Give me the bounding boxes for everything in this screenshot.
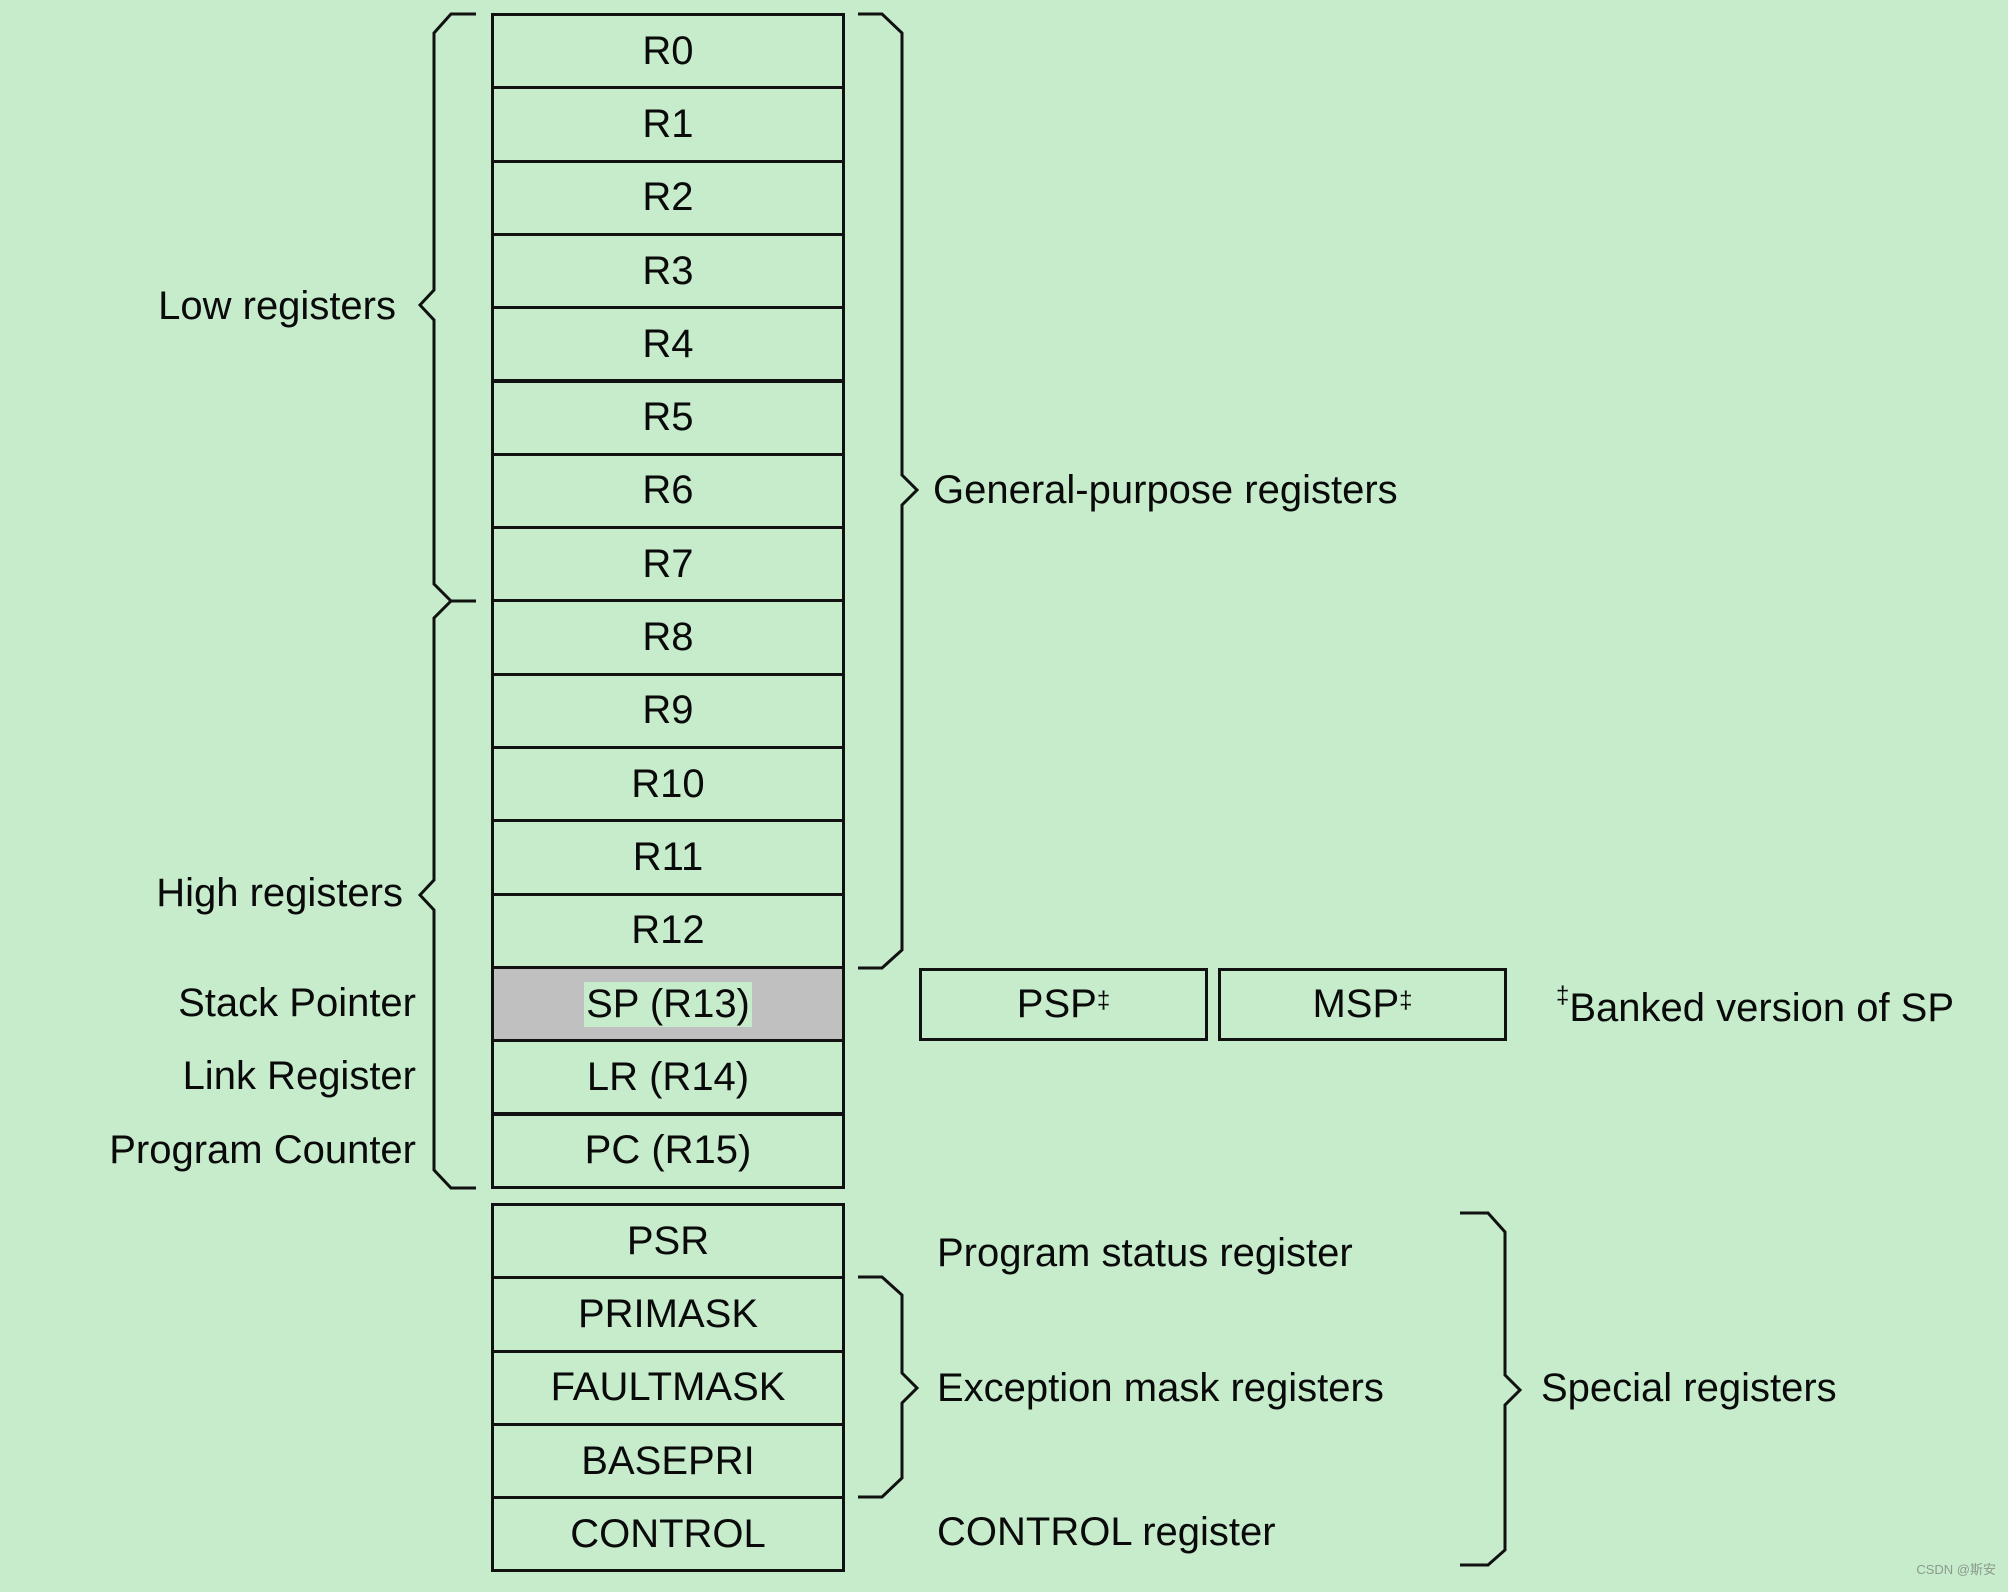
high-registers-brace xyxy=(417,599,476,1190)
register-name: R12 xyxy=(631,908,705,953)
register-r1: R1 xyxy=(491,86,845,163)
register-name: BASEPRI xyxy=(581,1438,755,1483)
banked-mark: ‡ xyxy=(1096,986,1111,1014)
banked-note: ‡Banked version of SP xyxy=(1556,984,1955,1030)
register-r8: R8 xyxy=(491,599,845,676)
link-register-label: Link Register xyxy=(182,1054,416,1098)
low-registers-label: Low registers xyxy=(158,284,396,328)
register-r3: R3 xyxy=(491,232,845,310)
register-name: R5 xyxy=(642,395,694,440)
register-pc: PC (R15) xyxy=(491,1112,845,1189)
psp-label: PSP xyxy=(1016,982,1097,1026)
register-r11: R11 xyxy=(491,819,845,896)
register-name: R1 xyxy=(642,101,694,146)
low-registers-brace xyxy=(417,12,476,603)
register-r0: R0 xyxy=(491,13,845,90)
register-name: CONTROL xyxy=(570,1511,766,1556)
register-name: PSR xyxy=(626,1218,710,1263)
register-name: R2 xyxy=(642,175,694,220)
stack-pointer-label: Stack Pointer xyxy=(178,981,416,1025)
psp-register: PSP ‡ xyxy=(919,968,1208,1041)
register-name: R7 xyxy=(642,541,694,586)
register-lr: LR (R14) xyxy=(491,1039,845,1116)
register-r10: R10 xyxy=(491,746,845,823)
register-name: R4 xyxy=(642,321,694,366)
program-counter-label: Program Counter xyxy=(109,1128,416,1172)
high-registers-label: High registers xyxy=(156,871,403,915)
register-r4: R4 xyxy=(491,306,845,383)
register-r12: R12 xyxy=(491,892,845,969)
register-name: R11 xyxy=(632,834,704,879)
watermark: CSDN @斯安 xyxy=(1916,1562,1996,1577)
register-name: R10 xyxy=(631,761,705,806)
register-r6: R6 xyxy=(491,452,845,530)
control-register-label: CONTROL register xyxy=(937,1510,1276,1554)
register-psr: PSR xyxy=(491,1203,845,1280)
program-status-label: Program status register xyxy=(937,1231,1353,1275)
register-name: SP (R13) xyxy=(584,981,752,1027)
general-purpose-brace xyxy=(858,12,920,970)
register-faultmask: FAULTMASK xyxy=(491,1349,845,1426)
register-r2: R2 xyxy=(491,159,845,236)
register-name: R9 xyxy=(642,688,694,733)
msp-label: MSP xyxy=(1312,982,1400,1026)
banked-mark: ‡ xyxy=(1556,982,1570,1009)
register-name: R8 xyxy=(642,615,694,660)
register-name: R3 xyxy=(642,248,694,293)
register-r5: R5 xyxy=(491,379,845,456)
register-basepri: BASEPRI xyxy=(491,1422,845,1500)
register-name: FAULTMASK xyxy=(550,1365,786,1410)
register-control: CONTROL xyxy=(491,1496,845,1573)
register-name: PRIMASK xyxy=(577,1291,759,1336)
exception-mask-brace xyxy=(858,1275,920,1499)
register-r9: R9 xyxy=(491,672,845,749)
register-r7: R7 xyxy=(491,526,845,603)
exception-mask-label: Exception mask registers xyxy=(937,1366,1384,1410)
brace-layer xyxy=(417,12,1523,1567)
register-sp: SP (R13) xyxy=(491,965,845,1043)
banked-note-text: Banked version of SP xyxy=(1569,986,1955,1030)
register-name: LR (R14) xyxy=(586,1054,750,1099)
register-name: R0 xyxy=(642,28,694,73)
register-name: R6 xyxy=(642,468,694,513)
register-name: PC (R15) xyxy=(584,1128,752,1173)
special-registers-label: Special registers xyxy=(1541,1366,1837,1410)
msp-register: MSP ‡ xyxy=(1218,968,1507,1041)
register-primask: PRIMASK xyxy=(491,1276,845,1353)
special-registers-brace xyxy=(1460,1211,1523,1567)
banked-mark: ‡ xyxy=(1399,986,1413,1014)
general-purpose-label: General-purpose registers xyxy=(933,468,1398,512)
